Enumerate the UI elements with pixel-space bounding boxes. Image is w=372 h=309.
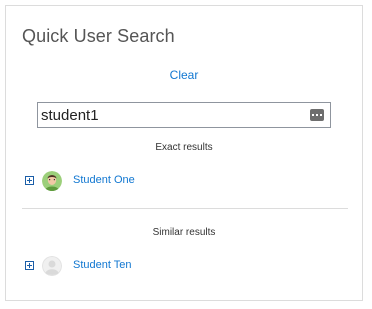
expand-icon[interactable] bbox=[25, 261, 34, 270]
user-link[interactable]: Student Ten bbox=[73, 259, 132, 271]
exact-result-row: Student One bbox=[25, 171, 225, 191]
search-box bbox=[37, 102, 331, 128]
quick-user-search-block: Quick User Search Clear Exact results St… bbox=[5, 5, 363, 301]
user-avatar-photo bbox=[42, 171, 62, 191]
expand-icon[interactable] bbox=[25, 176, 34, 185]
block-title: Quick User Search bbox=[22, 26, 175, 46]
search-input[interactable] bbox=[38, 103, 307, 127]
user-avatar-default bbox=[42, 256, 62, 276]
results-divider bbox=[22, 208, 348, 209]
similar-results-label: Similar results bbox=[152, 227, 216, 238]
similar-result-row: Student Ten bbox=[25, 256, 225, 276]
clear-link[interactable]: Clear bbox=[6, 68, 362, 82]
user-link[interactable]: Student One bbox=[73, 174, 135, 186]
exact-results-label: Exact results bbox=[155, 142, 213, 153]
keyboard-icon[interactable] bbox=[310, 109, 324, 121]
